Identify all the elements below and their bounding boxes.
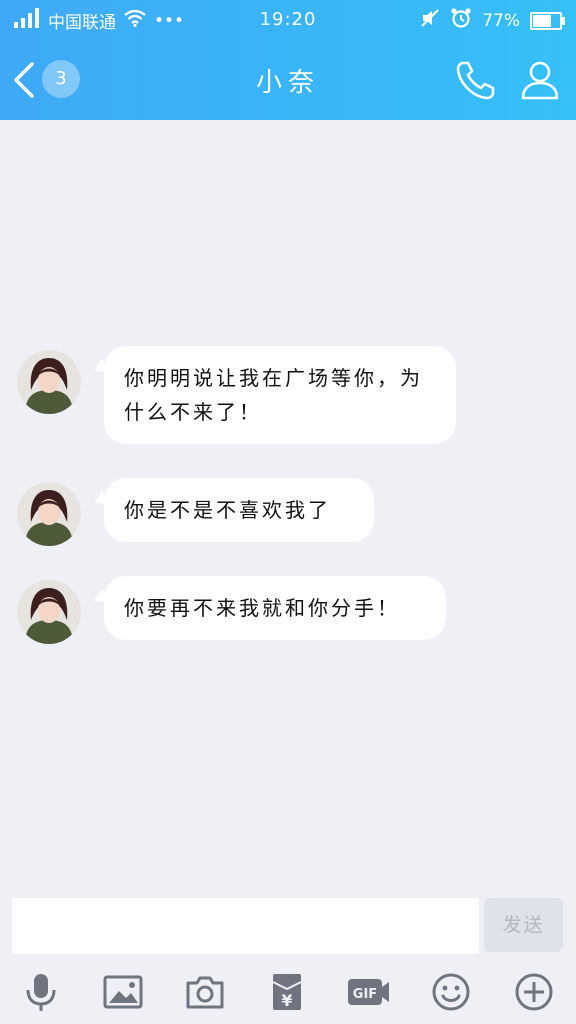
status-bar: 中国联通 ••• 19:20 77% [0, 0, 576, 40]
input-bar: 发送 [0, 888, 576, 960]
alarm-icon [450, 7, 472, 34]
avatar[interactable] [17, 350, 81, 414]
message-bubble[interactable]: 你是不是不喜欢我了 [104, 478, 374, 542]
status-right: 77% [420, 7, 565, 34]
microphone-icon [26, 974, 56, 1011]
battery-fill [533, 14, 551, 27]
header-bar: 中国联通 ••• 19:20 77% 3 小奈 [0, 0, 576, 120]
message-input[interactable] [12, 898, 479, 954]
nav-bar: 3 小奈 [0, 40, 576, 120]
message-bubble[interactable]: 你要再不来我就和你分手！ [104, 576, 446, 640]
gif-icon: GIF [348, 979, 389, 1005]
phone-icon [456, 61, 495, 100]
plus-button[interactable] [512, 970, 556, 1014]
yuan-symbol: ¥ [281, 991, 292, 1010]
bottom-toolbar: ¥ GIF [0, 960, 576, 1024]
send-button[interactable]: 发送 [484, 898, 563, 952]
person-icon [521, 61, 559, 100]
plus-icon [515, 973, 553, 1011]
message-bubble[interactable]: 你明明说让我在广场等你，为什么不来了！ [104, 346, 456, 444]
image-icon [103, 975, 143, 1009]
red-packet-icon: ¥ [272, 974, 302, 1010]
profile-button[interactable] [518, 58, 562, 102]
image-button[interactable] [101, 970, 145, 1014]
avatar[interactable] [17, 482, 81, 546]
battery-percent: 77% [482, 10, 520, 31]
camera-icon [186, 976, 224, 1009]
battery-icon [530, 11, 565, 30]
camera-button[interactable] [183, 970, 227, 1014]
voice-button[interactable] [19, 970, 63, 1014]
emoji-button[interactable] [429, 970, 473, 1014]
gif-button[interactable]: GIF [346, 970, 390, 1014]
mute-icon [420, 8, 440, 33]
avatar[interactable] [17, 580, 81, 644]
red-packet-button[interactable]: ¥ [265, 970, 309, 1014]
call-button[interactable] [454, 58, 498, 102]
emoji-icon [432, 973, 470, 1011]
gif-label: GIF [353, 987, 377, 1002]
